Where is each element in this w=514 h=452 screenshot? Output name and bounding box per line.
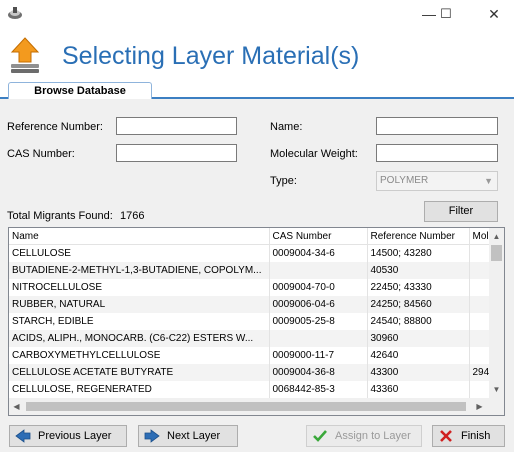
total-migrants-count: 1766 bbox=[120, 210, 145, 222]
cell-reference: 30960 bbox=[367, 330, 470, 347]
scrollbar-corner bbox=[489, 398, 504, 415]
cell-mol bbox=[469, 313, 489, 330]
table-row[interactable]: CELLULOSE ACETATE BUTYRATE 0009004-36-8 … bbox=[9, 364, 489, 381]
cell-name: BUTADIENE-2-METHYL-1,3-BUTADIENE, COPOLY… bbox=[9, 262, 270, 279]
table-row[interactable]: RUBBER, NATURAL 0009006-04-6 24250; 8456… bbox=[9, 296, 489, 313]
column-header-reference-number[interactable]: Reference Number bbox=[367, 228, 470, 245]
cell-reference: 43300 bbox=[367, 364, 470, 381]
cell-cas: 0009005-25-8 bbox=[269, 313, 368, 330]
cell-cas: 0068442-85-3 bbox=[269, 381, 368, 398]
cell-cas: 0009004-36-8 bbox=[269, 364, 368, 381]
type-select[interactable]: POLYMER ▼ bbox=[376, 171, 498, 191]
page-title: Selecting Layer Material(s) bbox=[62, 42, 360, 70]
cell-reference: 42640 bbox=[367, 347, 470, 364]
next-layer-button[interactable]: Next Layer bbox=[138, 425, 238, 447]
total-migrants-label: Total Migrants Found: bbox=[7, 210, 113, 222]
reference-number-label: Reference Number: bbox=[7, 121, 103, 133]
column-header-mol[interactable]: Mol bbox=[469, 228, 489, 245]
window-titlebar: — ☐ ✕ bbox=[0, 0, 514, 28]
column-header-cas-number[interactable]: CAS Number bbox=[269, 228, 368, 245]
cell-cas: 0009004-34-6 bbox=[269, 244, 368, 262]
molecular-weight-label: Molecular Weight: bbox=[270, 148, 358, 160]
previous-layer-button[interactable]: Previous Layer bbox=[9, 425, 127, 447]
close-window-button[interactable]: ✕ bbox=[474, 0, 514, 28]
cas-number-label: CAS Number: bbox=[7, 148, 75, 160]
table-row[interactable]: NITROCELLULOSE 0009004-70-0 22450; 43330 bbox=[9, 279, 489, 296]
cell-cas: 0009006-04-6 bbox=[269, 296, 368, 313]
cell-mol bbox=[469, 279, 489, 296]
arrow-left-icon bbox=[15, 429, 31, 443]
app-icon bbox=[8, 7, 22, 19]
cell-name: CELLULOSE bbox=[9, 244, 270, 262]
check-icon bbox=[313, 430, 327, 442]
table-row[interactable]: CARBOXYMETHYLCELLULOSE 0009000-11-7 4264… bbox=[9, 347, 489, 364]
molecular-weight-input[interactable] bbox=[376, 144, 498, 162]
scroll-right-arrow-icon[interactable]: ▶ bbox=[472, 398, 487, 415]
close-x-icon bbox=[440, 430, 452, 442]
maximize-button[interactable]: ☐ bbox=[429, 0, 463, 28]
assign-to-layer-button[interactable]: Assign to Layer bbox=[306, 425, 422, 447]
previous-layer-label: Previous Layer bbox=[38, 430, 112, 442]
cas-number-input[interactable] bbox=[116, 144, 237, 162]
arrow-right-icon bbox=[144, 429, 160, 443]
assign-to-layer-label: Assign to Layer bbox=[335, 430, 411, 442]
reference-number-input[interactable] bbox=[116, 117, 237, 135]
table-header-row: Name CAS Number Reference Number Mol bbox=[9, 228, 489, 245]
scroll-down-arrow-icon[interactable]: ▼ bbox=[489, 381, 504, 398]
cell-name: CELLULOSE, REGENERATED bbox=[9, 381, 270, 398]
chevron-down-icon: ▼ bbox=[484, 176, 493, 186]
cell-mol bbox=[469, 296, 489, 313]
name-input[interactable] bbox=[376, 117, 498, 135]
cell-cas bbox=[269, 262, 368, 279]
name-label: Name: bbox=[270, 121, 303, 133]
upload-stack-icon bbox=[10, 37, 40, 73]
migrants-table[interactable]: Name CAS Number Reference Number Mol CEL… bbox=[8, 227, 505, 416]
cell-cas: 0009000-11-7 bbox=[269, 347, 368, 364]
filter-button[interactable]: Filter bbox=[424, 201, 498, 222]
scroll-up-arrow-icon[interactable]: ▲ bbox=[489, 228, 504, 245]
vertical-scroll-thumb[interactable] bbox=[491, 245, 502, 261]
cell-mol: 294 bbox=[469, 364, 489, 381]
cell-mol bbox=[469, 381, 489, 398]
cell-mol bbox=[469, 244, 489, 262]
type-label: Type: bbox=[270, 175, 297, 187]
cell-mol bbox=[469, 330, 489, 347]
cell-name: STARCH, EDIBLE bbox=[9, 313, 270, 330]
cell-name: RUBBER, NATURAL bbox=[9, 296, 270, 313]
column-header-name[interactable]: Name bbox=[9, 228, 270, 245]
cell-reference: 24540; 88800 bbox=[367, 313, 470, 330]
finish-label: Finish bbox=[461, 430, 491, 442]
cell-mol bbox=[469, 347, 489, 364]
cell-reference: 22450; 43330 bbox=[367, 279, 470, 296]
cell-cas bbox=[269, 330, 368, 347]
cell-reference: 40530 bbox=[367, 262, 470, 279]
cell-reference: 14500; 43280 bbox=[367, 244, 470, 262]
table-row[interactable]: ACIDS, ALIPH., MONOCARB. (C6-C22) ESTERS… bbox=[9, 330, 489, 347]
cell-reference: 24250; 84560 bbox=[367, 296, 470, 313]
type-select-value: POLYMER bbox=[380, 175, 429, 186]
cell-mol bbox=[469, 262, 489, 279]
table-row[interactable]: STARCH, EDIBLE 0009005-25-8 24540; 88800 bbox=[9, 313, 489, 330]
table-row[interactable]: CELLULOSE 0009004-34-6 14500; 43280 bbox=[9, 244, 489, 262]
tab-browse-database[interactable]: Browse Database bbox=[8, 82, 152, 100]
cell-name: ACIDS, ALIPH., MONOCARB. (C6-C22) ESTERS… bbox=[9, 330, 270, 347]
horizontal-scroll-thumb[interactable] bbox=[26, 402, 466, 411]
table-row[interactable]: BUTADIENE-2-METHYL-1,3-BUTADIENE, COPOLY… bbox=[9, 262, 489, 279]
cell-name: CELLULOSE ACETATE BUTYRATE bbox=[9, 364, 270, 381]
cell-reference: 43360 bbox=[367, 381, 470, 398]
table-row[interactable]: CELLULOSE, REGENERATED 0068442-85-3 4336… bbox=[9, 381, 489, 398]
cell-name: NITROCELLULOSE bbox=[9, 279, 270, 296]
finish-button[interactable]: Finish bbox=[432, 425, 505, 447]
cell-cas: 0009004-70-0 bbox=[269, 279, 368, 296]
cell-name: CARBOXYMETHYLCELLULOSE bbox=[9, 347, 270, 364]
scroll-left-arrow-icon[interactable]: ◀ bbox=[9, 398, 24, 415]
next-layer-label: Next Layer bbox=[167, 430, 221, 442]
